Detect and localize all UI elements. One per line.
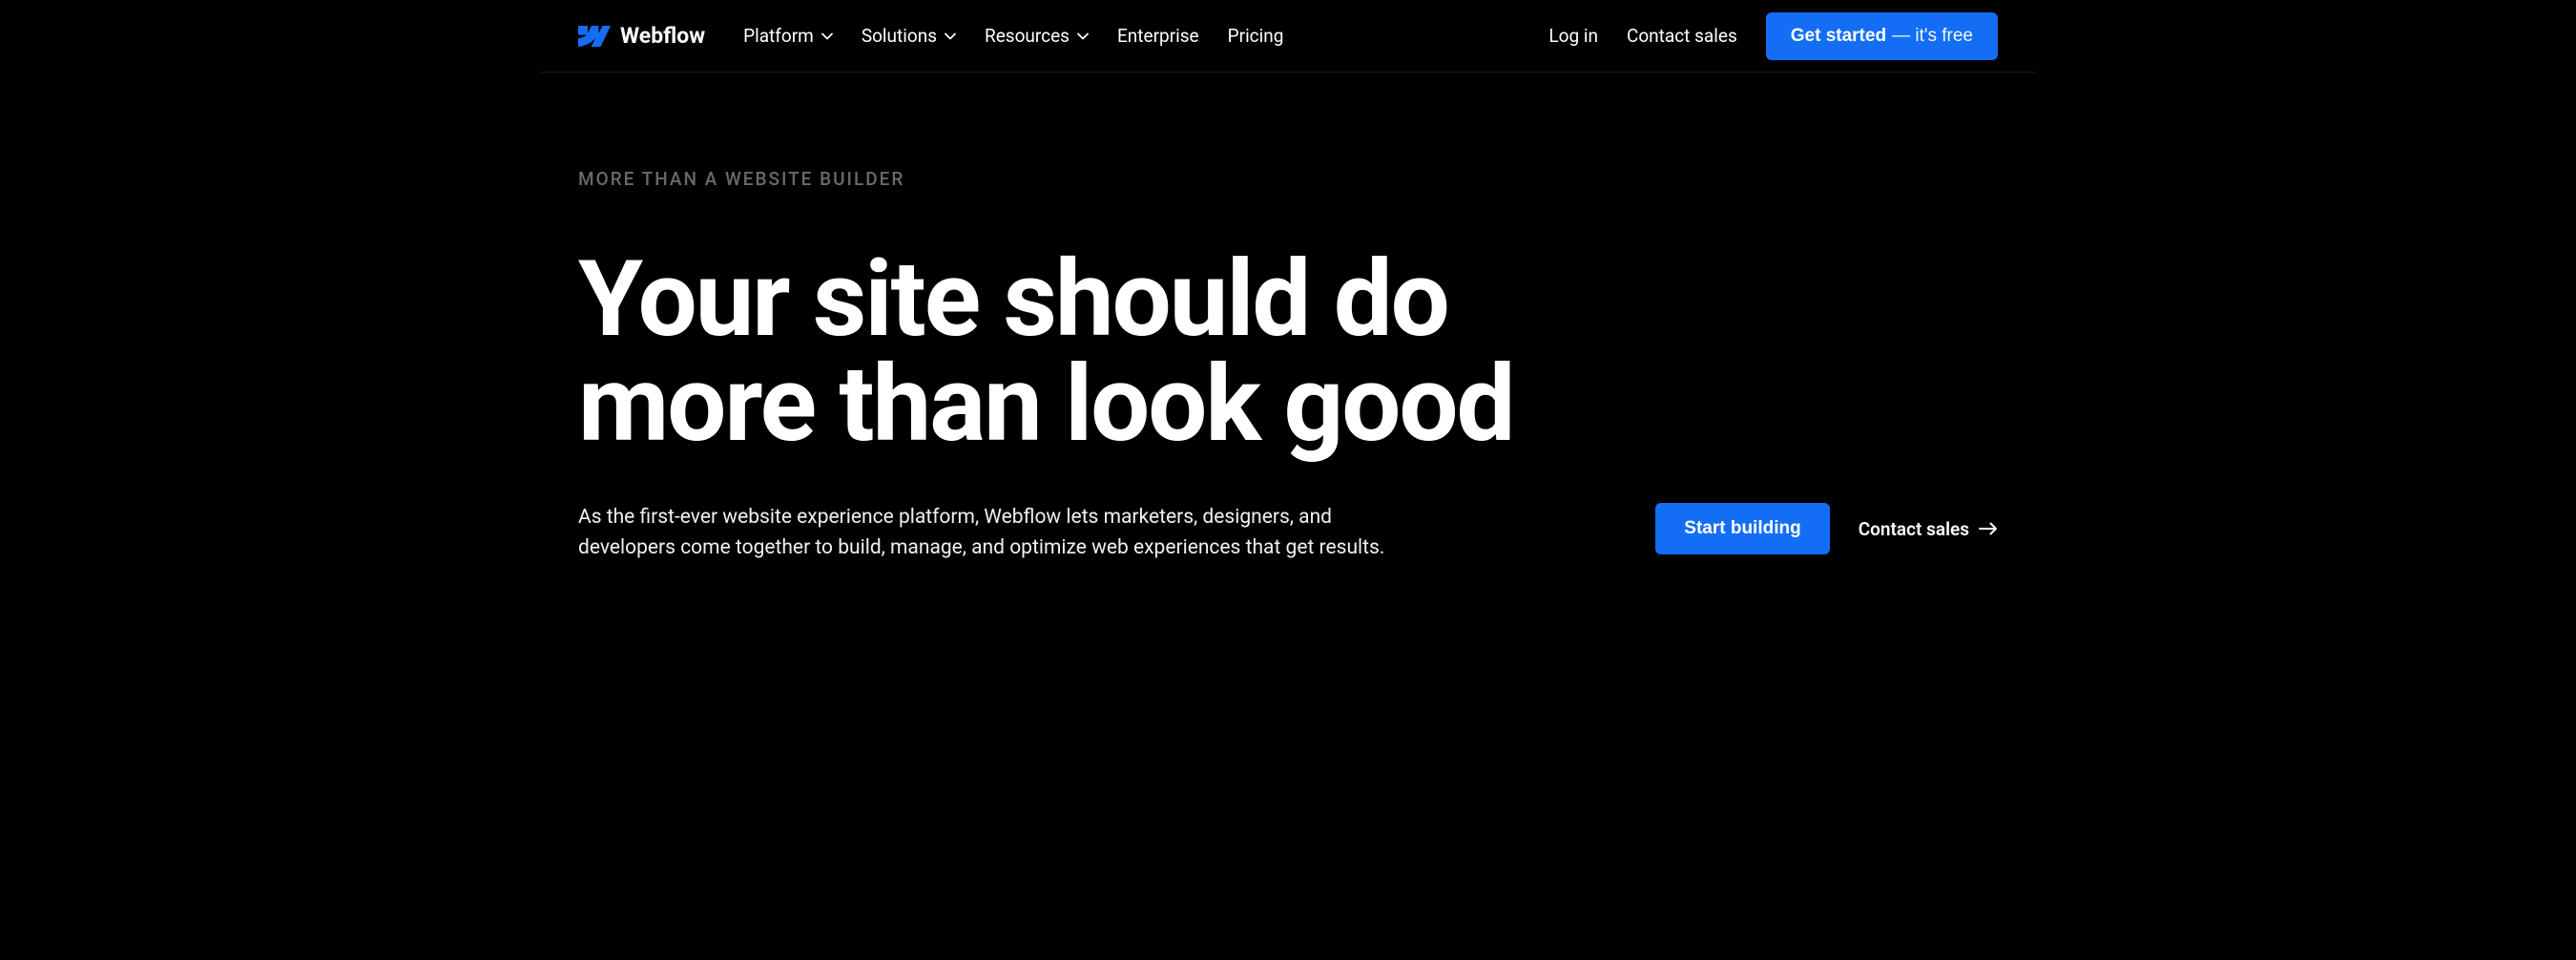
- nav-label: Platform: [743, 25, 814, 47]
- nav-item-solutions[interactable]: Solutions: [862, 25, 956, 47]
- brand-logo[interactable]: Webflow: [578, 23, 705, 49]
- hero-actions: Start building Contact sales: [1655, 503, 1998, 554]
- nav-item-platform[interactable]: Platform: [743, 25, 833, 47]
- hero-eyebrow: MORE THAN A WEBSITE BUILDER: [578, 168, 1998, 190]
- top-nav: Webflow Platform Solutions: [540, 0, 2036, 73]
- nav-label: Resources: [985, 25, 1070, 47]
- nav-links: Platform Solutions Resources: [743, 25, 1283, 47]
- webflow-logo-icon: [578, 26, 611, 47]
- nav-item-enterprise[interactable]: Enterprise: [1117, 25, 1199, 47]
- nav-label: Pricing: [1228, 25, 1284, 47]
- nav-right: Log in Contact sales Get started — it's …: [1548, 12, 1998, 60]
- contact-sales-hero-link[interactable]: Contact sales: [1859, 518, 1998, 540]
- nav-left: Webflow Platform Solutions: [578, 23, 1283, 49]
- contact-sales-link[interactable]: Contact sales: [1627, 25, 1737, 47]
- nav-label: Solutions: [862, 25, 937, 47]
- hero-bottom-row: As the first-ever website experience pla…: [578, 503, 1998, 563]
- chevron-down-icon: [1077, 32, 1089, 40]
- hero-headline: Your site should do more than look good: [578, 247, 1628, 457]
- hero-section: MORE THAN A WEBSITE BUILDER Your site sh…: [540, 73, 2036, 563]
- nav-item-resources[interactable]: Resources: [985, 25, 1089, 47]
- brand-name: Webflow: [620, 23, 705, 49]
- chevron-down-icon: [945, 32, 956, 40]
- chevron-down-icon: [821, 32, 833, 40]
- cta-secondary-text: — it's free: [1892, 26, 1973, 47]
- hero-subhead: As the first-ever website experience pla…: [578, 503, 1408, 563]
- contact-sales-label: Contact sales: [1859, 518, 1969, 540]
- arrow-right-icon: [1979, 522, 1998, 535]
- nav-item-pricing[interactable]: Pricing: [1228, 25, 1284, 47]
- start-building-button[interactable]: Start building: [1655, 503, 1829, 554]
- nav-label: Enterprise: [1117, 25, 1199, 47]
- cta-primary-text: Get started: [1791, 26, 1886, 47]
- login-link[interactable]: Log in: [1548, 25, 1598, 47]
- get-started-button[interactable]: Get started — it's free: [1766, 12, 1998, 60]
